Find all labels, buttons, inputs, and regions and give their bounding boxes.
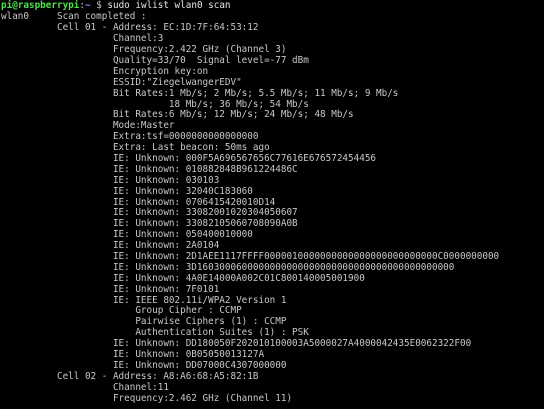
output-line: IE: Unknown: 030103 — [1, 174, 220, 186]
prompt-user-host: pi@raspberrypi — [1, 0, 80, 11]
output-line: Channel:11 — [1, 381, 169, 393]
command-text: sudo iwlist wlan0 scan — [107, 0, 231, 11]
output-line: ESSID:"ZiegelwangerEDV" — [1, 76, 242, 88]
terminal-window[interactable]: pi@raspberrypi:~ $ sudo iwlist wlan0 sca… — [0, 0, 544, 409]
output-line: IE: Unknown: 7F0101 — [1, 283, 220, 295]
output-line: Bit Rates:1 Mb/s; 2 Mb/s; 5.5 Mb/s; 11 M… — [1, 87, 399, 99]
output-line: IE: Unknown: 32040C183060 — [1, 185, 253, 197]
prompt-symbol: $ — [90, 0, 108, 11]
output-line: Frequency:2.462 GHz (Channel 11) — [1, 392, 293, 404]
terminal-output: wlan0 Scan completed : Cell 01 - Address… — [0, 11, 544, 404]
